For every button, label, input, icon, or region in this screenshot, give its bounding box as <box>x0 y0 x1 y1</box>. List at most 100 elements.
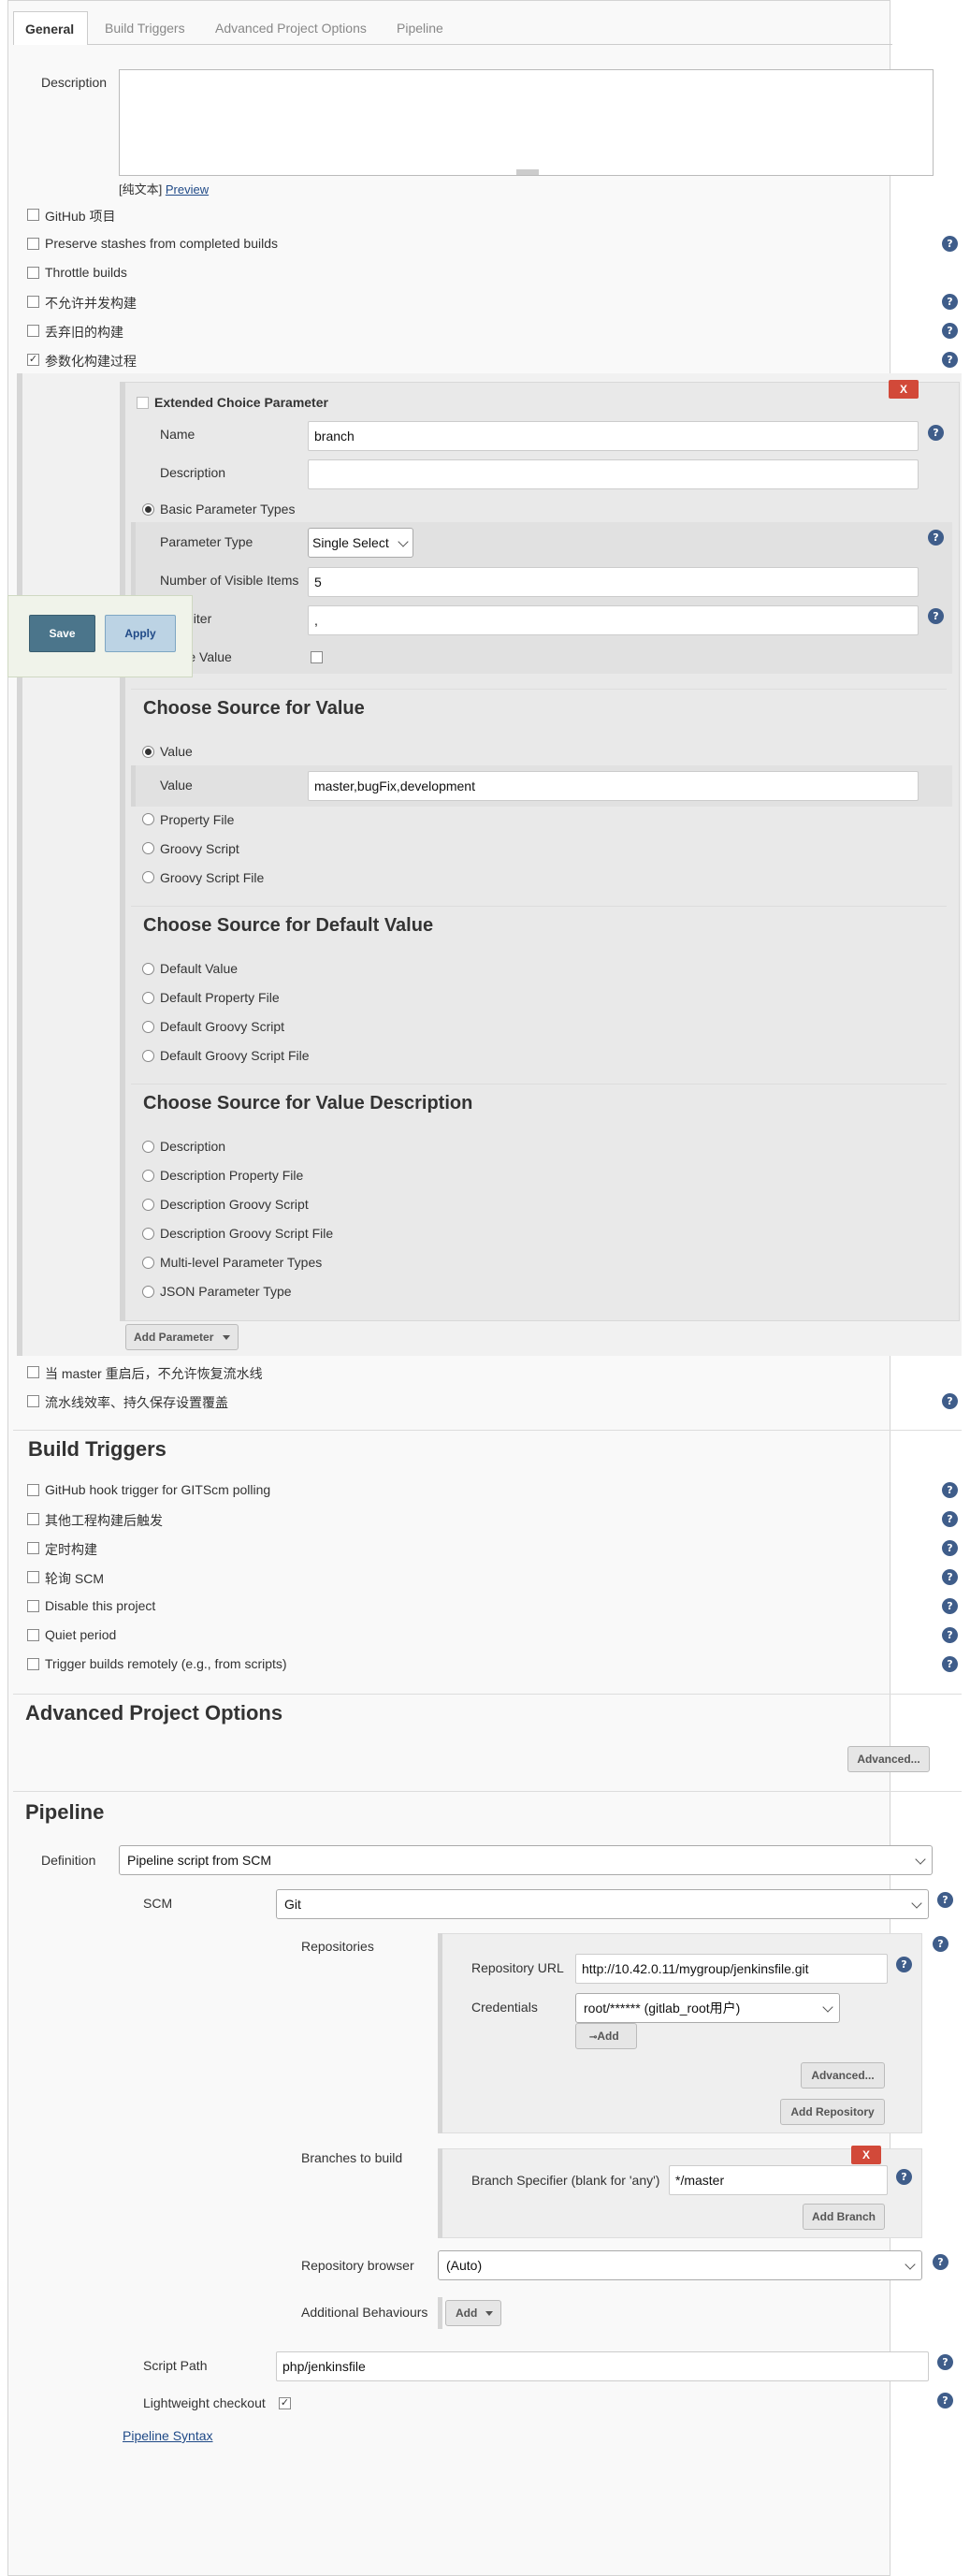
save-button[interactable]: Save <box>29 615 95 652</box>
add-parameter-button[interactable]: Add Parameter <box>125 1324 239 1350</box>
help-icon[interactable]: ? <box>928 608 944 624</box>
default-groovy-script-file-radio[interactable] <box>142 1050 154 1062</box>
remove-param-button[interactable]: X <box>889 380 919 399</box>
credentials-select[interactable]: root/****** (gitlab_root用户) <box>575 1993 840 2023</box>
property-file-radio[interactable] <box>142 813 154 825</box>
tab-build-triggers[interactable]: Build Triggers <box>94 11 196 45</box>
help-icon[interactable]: ? <box>942 236 958 252</box>
parameter-type-select[interactable]: Single Select <box>308 528 413 558</box>
github-project-checkbox[interactable] <box>27 209 39 221</box>
help-icon[interactable]: ? <box>942 1393 958 1409</box>
caret-down-icon <box>223 1335 230 1340</box>
description-radio[interactable] <box>142 1141 154 1153</box>
poll-scm-checkbox[interactable] <box>27 1571 39 1583</box>
advanced-button[interactable]: Advanced... <box>847 1746 930 1772</box>
help-icon[interactable]: ? <box>942 1569 958 1585</box>
repository-url-input[interactable]: http://10.42.0.11/mygroup/jenkinsfile.gi… <box>575 1954 888 1984</box>
option-label: 参数化构建过程 <box>45 354 137 369</box>
default-property-file-radio[interactable] <box>142 992 154 1004</box>
preserve-stashes-checkbox[interactable] <box>27 238 39 250</box>
tab-advanced-project-options[interactable]: Advanced Project Options <box>204 11 378 45</box>
help-icon[interactable]: ? <box>937 1892 953 1908</box>
durability-override-checkbox[interactable] <box>27 1395 39 1407</box>
drag-handle[interactable] <box>137 397 149 409</box>
help-icon[interactable]: ? <box>942 1656 958 1672</box>
parameterized-build-checkbox[interactable]: ✓ <box>27 354 39 366</box>
help-icon[interactable]: ? <box>933 2254 948 2270</box>
throttle-builds-checkbox[interactable] <box>27 267 39 279</box>
help-icon[interactable]: ? <box>942 1540 958 1556</box>
discard-old-builds-checkbox[interactable] <box>27 325 39 337</box>
help-icon[interactable]: ? <box>942 1598 958 1614</box>
quote-value-checkbox[interactable] <box>311 651 323 663</box>
param-description-input[interactable] <box>308 459 919 489</box>
help-icon[interactable]: ? <box>942 294 958 310</box>
tab-general[interactable]: General <box>13 11 88 45</box>
disable-project-checkbox[interactable] <box>27 1600 39 1612</box>
help-icon[interactable]: ? <box>933 1936 948 1952</box>
groovy-script-radio[interactable] <box>142 842 154 854</box>
repository-browser-select[interactable]: (Auto) <box>438 2250 922 2280</box>
option-label: Throttle builds <box>45 265 127 280</box>
quiet-period-checkbox[interactable] <box>27 1629 39 1641</box>
help-icon[interactable]: ? <box>942 1482 958 1498</box>
add-behaviour-button[interactable]: Add <box>445 2300 501 2326</box>
lightweight-checkout-checkbox[interactable]: ✓ <box>279 2397 291 2409</box>
help-icon[interactable]: ? <box>937 2354 953 2370</box>
add-branch-button[interactable]: Add Branch <box>803 2204 885 2230</box>
help-icon[interactable]: ? <box>942 1511 958 1527</box>
groovy-script-file-radio[interactable] <box>142 871 154 883</box>
radio-label: Groovy Script <box>160 841 239 856</box>
after-other-projects-checkbox[interactable] <box>27 1513 39 1525</box>
resize-handle[interactable] <box>516 169 539 175</box>
help-icon[interactable]: ? <box>928 425 944 441</box>
description-property-file-radio[interactable] <box>142 1170 154 1182</box>
json-parameter-radio[interactable] <box>142 1286 154 1298</box>
add-repository-button[interactable]: Add Repository <box>780 2099 885 2125</box>
caret-down-icon <box>485 2311 493 2316</box>
repo-advanced-button[interactable]: Advanced... <box>801 2062 885 2088</box>
remove-branch-button[interactable]: X <box>851 2146 881 2164</box>
option-label: Quiet period <box>45 1627 117 1642</box>
name-input[interactable]: branch <box>308 421 919 451</box>
pipeline-syntax-link[interactable]: Pipeline Syntax <box>123 2428 213 2443</box>
description-groovy-script-file-radio[interactable] <box>142 1228 154 1240</box>
multi-level-radio[interactable] <box>142 1257 154 1269</box>
no-concurrent-builds-checkbox[interactable] <box>27 296 39 308</box>
value-radio[interactable] <box>142 746 154 758</box>
option-label: 流水线效率、持久保存设置覆盖 <box>45 1395 228 1410</box>
visible-items-input[interactable]: 5 <box>308 567 919 597</box>
default-value-heading: Choose Source for Default Value <box>143 915 434 936</box>
advanced-options-heading: Advanced Project Options <box>25 1701 283 1725</box>
resume-pipeline-checkbox[interactable] <box>27 1366 39 1378</box>
trigger-remotely-checkbox[interactable] <box>27 1658 39 1670</box>
help-icon[interactable]: ? <box>942 352 958 368</box>
github-hook-checkbox[interactable] <box>27 1484 39 1496</box>
value-input[interactable]: master,bugFix,development <box>308 771 919 801</box>
add-credentials-button[interactable]: ⊸Add <box>575 2023 637 2049</box>
help-icon[interactable]: ? <box>896 2169 912 2185</box>
help-icon[interactable]: ? <box>942 323 958 339</box>
default-value-radio[interactable] <box>142 963 154 975</box>
default-groovy-script-radio[interactable] <box>142 1021 154 1033</box>
value-description-heading: Choose Source for Value Description <box>143 1093 473 1113</box>
definition-select[interactable]: Pipeline script from SCM <box>119 1845 933 1875</box>
script-path-input[interactable]: php/jenkinsfile <box>276 2351 929 2381</box>
delimiter-input[interactable]: , <box>308 605 919 635</box>
basic-types-box <box>131 522 952 674</box>
description-groovy-script-radio[interactable] <box>142 1199 154 1211</box>
basic-types-radio[interactable] <box>142 503 154 516</box>
help-icon[interactable]: ? <box>937 2393 953 2409</box>
option-label: Trigger builds remotely (e.g., from scri… <box>45 1656 287 1671</box>
description-textarea[interactable] <box>119 69 934 176</box>
build-periodically-checkbox[interactable] <box>27 1542 39 1554</box>
branch-specifier-input[interactable]: */master <box>669 2165 888 2195</box>
apply-button[interactable]: Apply <box>105 615 176 652</box>
help-icon[interactable]: ? <box>928 530 944 546</box>
help-icon[interactable]: ? <box>896 1957 912 1972</box>
scm-select[interactable]: Git <box>276 1889 929 1919</box>
preview-link[interactable]: Preview <box>166 182 209 196</box>
value-bar <box>131 765 136 807</box>
tab-pipeline[interactable]: Pipeline <box>385 11 455 45</box>
help-icon[interactable]: ? <box>942 1627 958 1643</box>
